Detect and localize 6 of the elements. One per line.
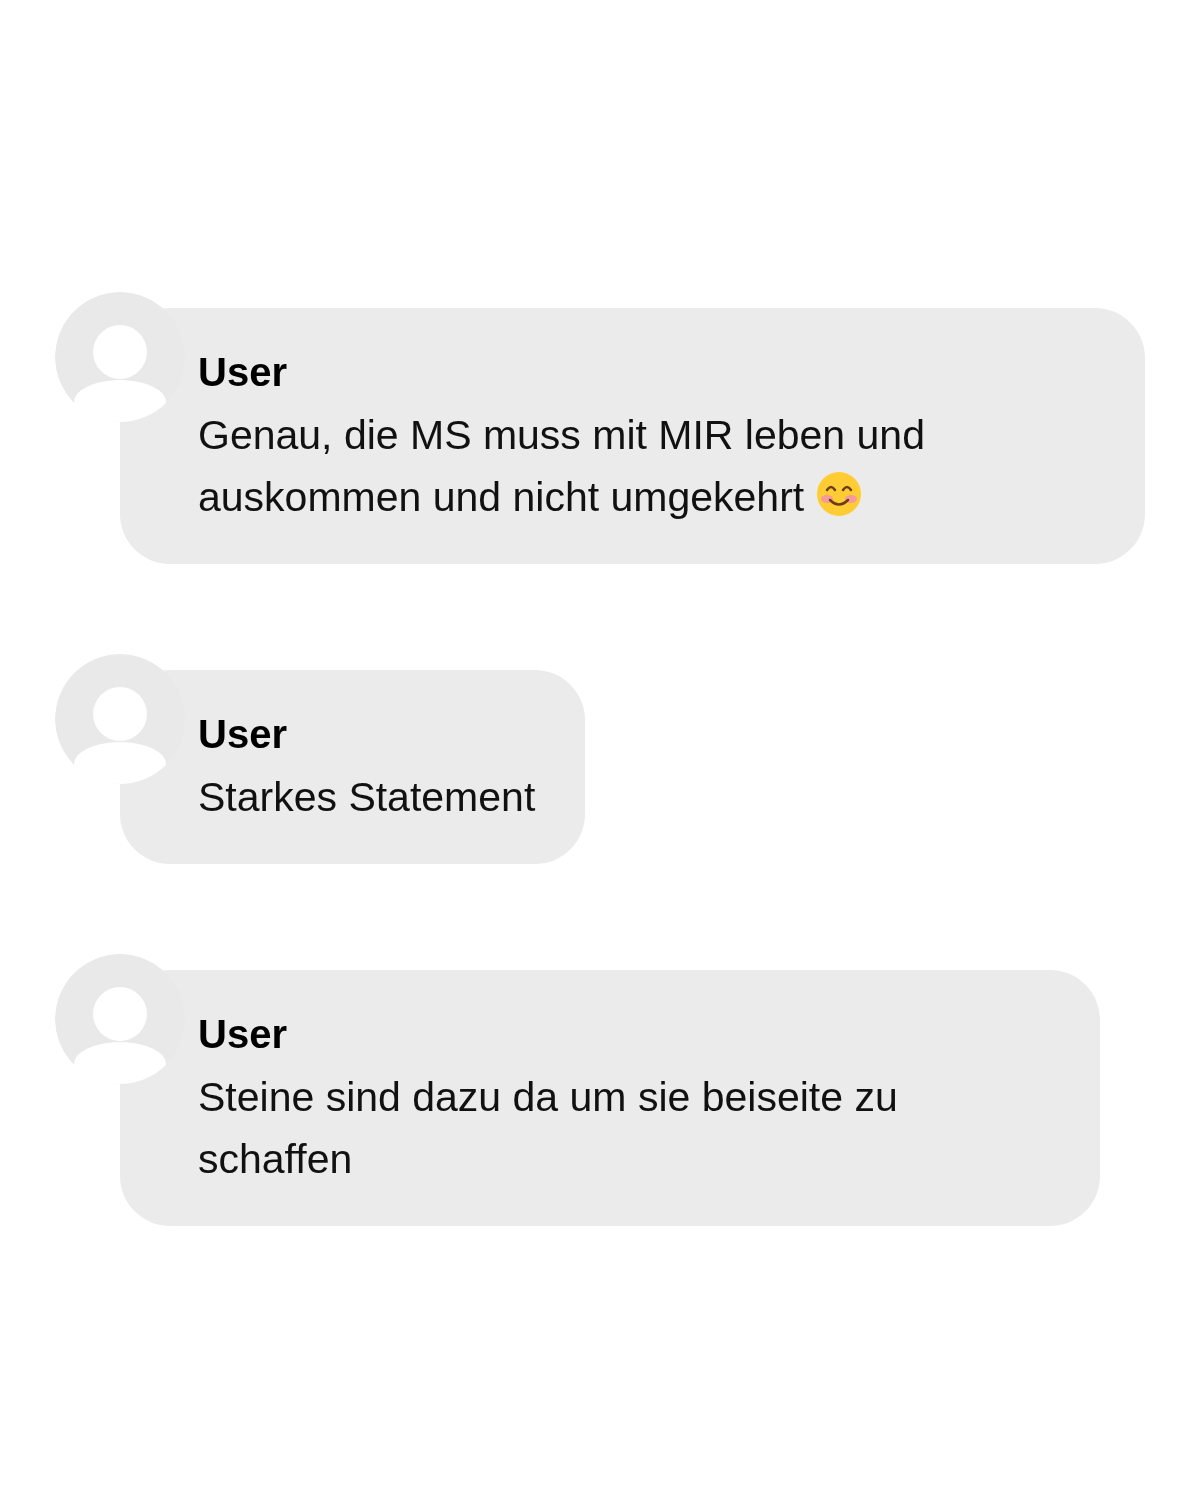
- comment-author: User: [198, 711, 288, 758]
- comment-text: Steine sind dazu da um sie beiseite zu schaffen: [198, 1074, 898, 1182]
- comment-author: User: [198, 1011, 288, 1058]
- comment-text: Starkes Statement: [198, 774, 536, 820]
- comment-author: User: [198, 349, 288, 396]
- comment-text: Genau, die MS muss mit MIR leben und auskommen und nicht umgekehrt: [198, 412, 925, 520]
